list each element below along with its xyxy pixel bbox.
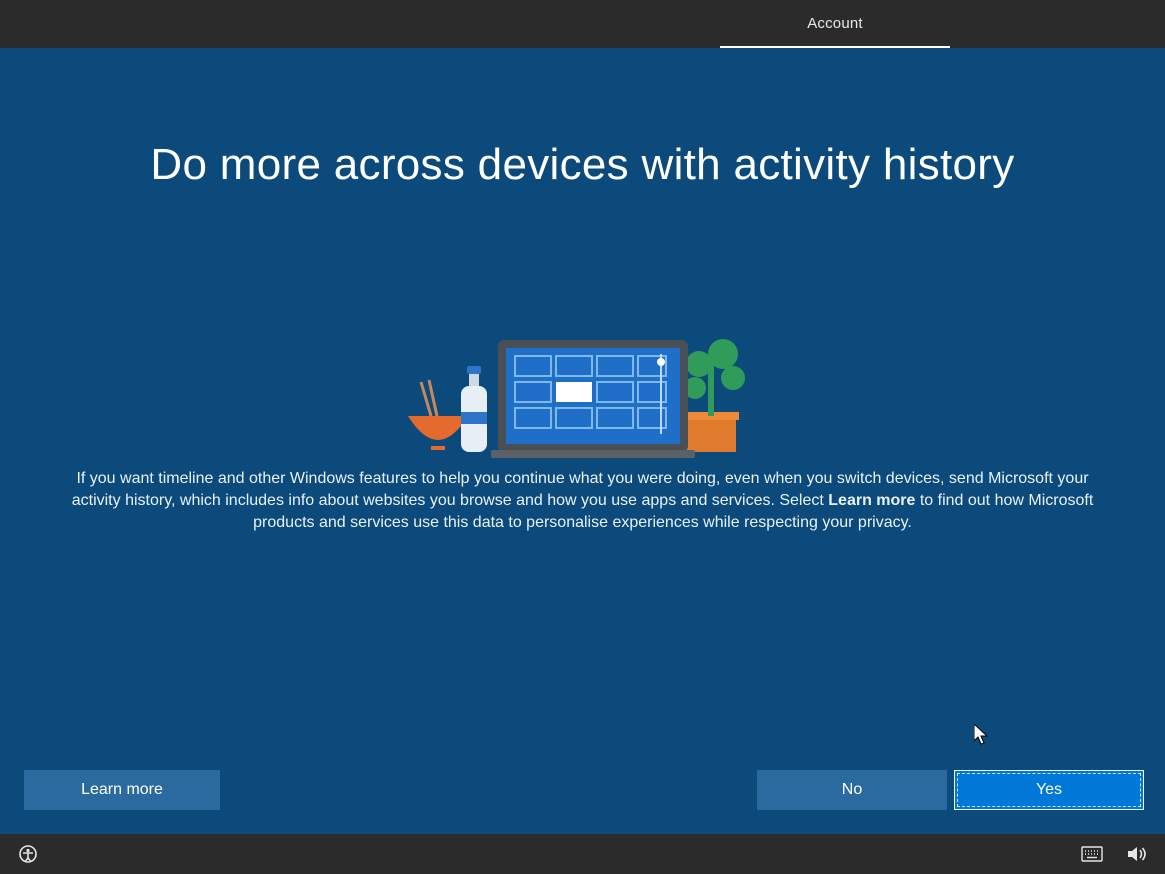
tab-track: Account <box>0 0 1165 48</box>
no-button[interactable]: No <box>757 770 947 810</box>
ease-of-access-icon[interactable] <box>18 844 38 864</box>
system-tray-bar <box>0 834 1165 874</box>
description-text: If you want timeline and other Windows f… <box>53 468 1113 534</box>
activity-history-illustration <box>403 316 763 476</box>
tab-account[interactable]: Account <box>720 0 950 48</box>
tab-account-label: Account <box>807 15 863 32</box>
mouse-cursor-icon <box>974 724 992 753</box>
page-title: Do more across devices with activity his… <box>53 140 1113 190</box>
yes-label: Yes <box>1036 781 1062 799</box>
description-bold: Learn more <box>828 492 915 509</box>
no-label: No <box>842 781 862 799</box>
yes-button[interactable]: Yes <box>954 770 1144 810</box>
learn-more-label: Learn more <box>81 781 163 799</box>
setup-step-tabs: Account <box>0 0 1165 48</box>
content-area: Do more across devices with activity his… <box>0 48 1165 834</box>
keyboard-icon[interactable] <box>1081 846 1103 862</box>
volume-icon[interactable] <box>1127 845 1147 863</box>
learn-more-button[interactable]: Learn more <box>24 770 220 810</box>
